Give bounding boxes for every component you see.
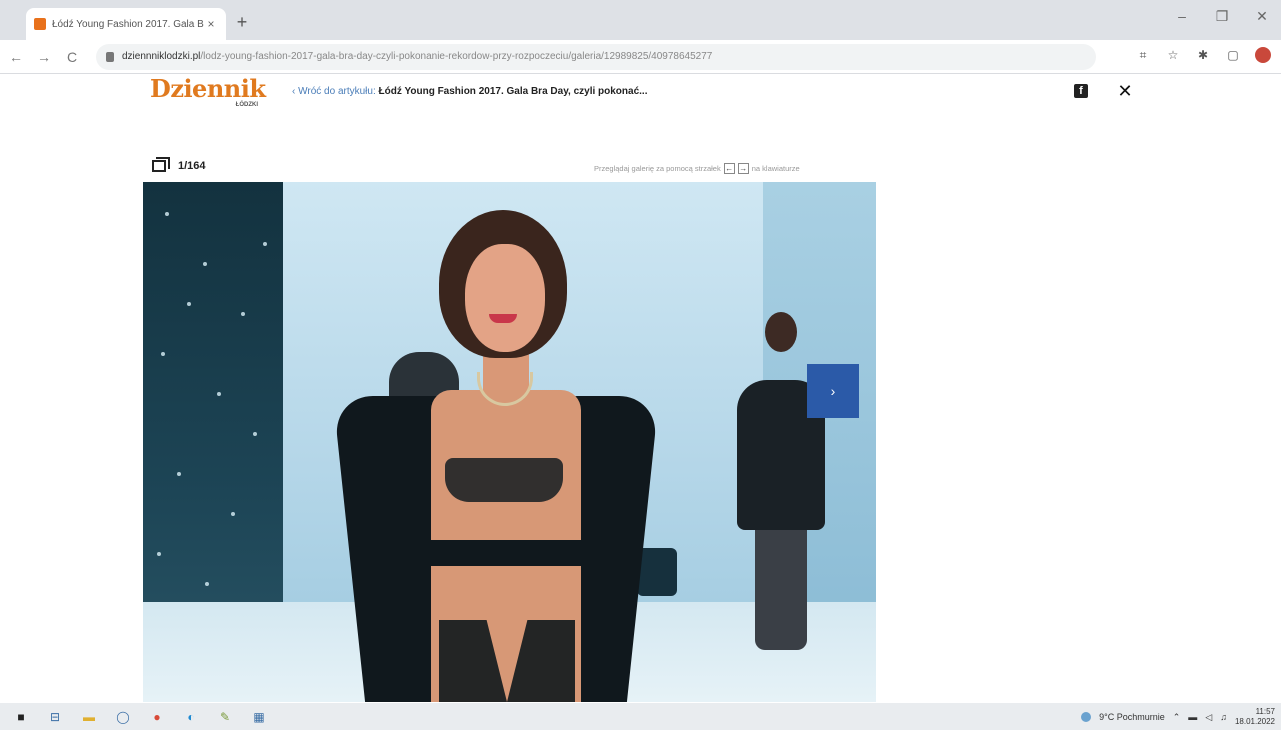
foreground-model [332, 210, 660, 702]
background-model-right [729, 312, 833, 652]
url-path: /lodz-young-fashion-2017-gala-bra-day-cz… [200, 51, 713, 62]
control-panel-icon[interactable]: ▦ [252, 710, 266, 724]
minimize-button[interactable]: – [1171, 8, 1193, 25]
back-link-label: ‹ Wróć do artykułu: [292, 86, 376, 97]
url-domain: dziennniklodzki.pl [122, 51, 201, 62]
address-bar[interactable]: dziennniklodzki.pl /lodz-young-fashion-2… [96, 43, 1096, 70]
stage-spotlight [637, 548, 677, 596]
lock-icon [106, 51, 114, 62]
left-arrow-key-icon: ← [723, 163, 735, 174]
windows-start-icon[interactable]: ■ [14, 710, 28, 724]
chrome-icon[interactable]: ● [150, 710, 164, 724]
reload-icon[interactable]: C [60, 45, 84, 69]
site-favicon-icon [34, 18, 46, 30]
weather-icon[interactable] [1081, 712, 1092, 722]
tray-chevron-icon[interactable]: ⌃ [1173, 712, 1181, 723]
volume-icon[interactable]: ◁ [1205, 712, 1212, 723]
hint-suffix: na klawiaturze [751, 164, 800, 173]
sidepanel-icon[interactable]: ▢ [1225, 47, 1241, 63]
browser-tab-bar: Łódź Young Fashion 2017. Gala B × + – ❐ … [0, 0, 1281, 40]
network-icon[interactable]: ▬ [1188, 712, 1197, 722]
windows-taskbar: ■ ⊟ ▬ ◯ ● ◐ ✎ ▦ 9°C Pochmurnie ⌃ ▬ ◁ ♫ 1… [0, 703, 1281, 730]
right-arrow-key-icon: → [737, 163, 749, 174]
site-logo[interactable]: Dziennik ŁÓDZKI [150, 74, 266, 109]
close-window-button[interactable]: ✕ [1251, 8, 1273, 25]
forward-arrow-icon[interactable]: → [32, 45, 56, 69]
browser-toolbar: ← → C dziennniklodzki.pl /lodz-young-fas… [0, 40, 1281, 74]
article-title: Łódź Young Fashion 2017. Gala Bra Day, c… [378, 86, 648, 97]
gallery-icon [152, 157, 170, 172]
facebook-share-icon[interactable]: f [1074, 84, 1088, 98]
tab-title: Łódź Young Fashion 2017. Gala B [52, 18, 204, 30]
window-controls: – ❐ ✕ [1171, 8, 1273, 25]
restore-button[interactable]: ❐ [1211, 8, 1233, 25]
task-view-icon[interactable]: ⊟ [48, 710, 62, 724]
translate-icon[interactable]: ⌗ [1135, 47, 1151, 63]
bookmark-star-icon[interactable]: ☆ [1165, 47, 1181, 63]
back-to-article-link[interactable]: ‹ Wróć do artykułu: Łódź Young Fashion 2… [292, 86, 647, 97]
clock[interactable]: 11:57 18.01.2022 [1235, 707, 1275, 727]
profile-avatar-icon[interactable] [1255, 47, 1271, 63]
logo-main-text: Dziennik [150, 74, 266, 103]
language-icon[interactable]: ♫ [1220, 712, 1227, 722]
system-tray: 9°C Pochmurnie ⌃ ▬ ◁ ♫ 11:57 18.01.2022 [1081, 707, 1275, 727]
clock-date: 18.01.2022 [1234, 717, 1275, 726]
edge-icon[interactable]: ◐ [184, 710, 198, 724]
cortana-icon[interactable]: ◯ [116, 710, 130, 724]
site-header: Dziennik ŁÓDZKI ‹ Wróć do artykułu: Łódź… [0, 75, 1281, 111]
extension-icons: ⌗ ☆ ✱ ▢ [1135, 47, 1271, 63]
close-gallery-button[interactable]: ✕ [1116, 80, 1134, 102]
gallery-photo[interactable] [143, 182, 876, 702]
browser-tab[interactable]: Łódź Young Fashion 2017. Gala B × [26, 8, 226, 40]
weather-text[interactable]: 9°C Pochmurnie [1099, 712, 1165, 722]
next-photo-button[interactable]: › [807, 364, 859, 418]
hint-prefix: Przeglądaj galerię za pomocą strzałek [594, 164, 721, 173]
file-explorer-icon[interactable]: ▬ [82, 710, 96, 724]
paint-icon[interactable]: ✎ [218, 710, 232, 724]
gallery-counter-text: 1/164 [178, 160, 206, 172]
keyboard-hint: Przeglądaj galerię za pomocą strzałek ← … [594, 163, 800, 174]
tab-close-icon[interactable]: × [204, 17, 218, 31]
back-arrow-icon[interactable]: ← [4, 45, 28, 69]
logo-sub-text: ŁÓDZKI [235, 102, 258, 108]
new-tab-button[interactable]: + [232, 12, 252, 32]
extensions-puzzle-icon[interactable]: ✱ [1195, 47, 1211, 63]
gallery-counter: 1/164 [152, 157, 206, 172]
clock-time: 11:57 [1255, 707, 1275, 716]
